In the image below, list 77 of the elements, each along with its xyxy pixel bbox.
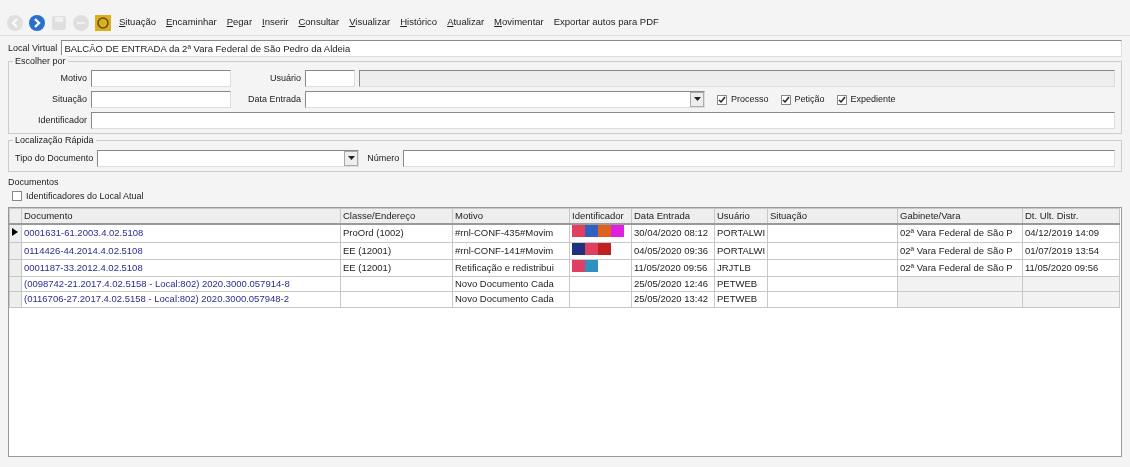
field-label: Identificador [36,113,87,127]
checkbox-label: Expediente [850,92,896,106]
field-label: Situação [50,92,87,106]
input-field[interactable]: BALCÃO DE ENTRADA da 2ª Vara Federal de São Pedro da Aldeia [61,40,1122,57]
input-field[interactable] [359,70,1115,87]
menu-item[interactable]: Visualizar [346,15,394,30]
column-header[interactable]: Classe/Endereço [340,208,453,225]
group-title: Localização Rápida [13,134,96,148]
checkbox[interactable] [12,191,22,202]
table-cell: 25/05/2020 13:42 [634,293,708,305]
checkbox[interactable] [836,94,847,105]
forward-icon[interactable] [28,13,46,32]
table-cell: PORTALWI [717,227,766,239]
table-cell: 02ª Vara Federal de São P [900,261,1013,273]
column-header[interactable]: Situação [767,208,898,225]
group-title: Documentos [8,176,60,189]
table-cell: ProOrd (1002) [343,227,404,239]
field-label: Motivo [59,71,87,85]
field-label: Tipo do Documento [15,151,94,165]
checkbox-label: Processo [731,92,769,106]
table-cell: Novo Documento Cada [455,278,554,289]
checkbox-label: Identificadores do Local Atual [26,189,144,203]
menu-item[interactable]: Situação [116,15,159,30]
field-label: Data Entrada [246,92,301,106]
table-cell: Novo Documento Cada [455,293,554,305]
table-cell: PETWEB [717,293,758,305]
table-cell: 25/05/2020 12:46 [634,278,708,289]
menu-item[interactable]: Histórico [397,15,441,30]
column-header[interactable]: Documento [21,208,341,225]
field-label: Usuário [269,71,301,85]
menu-item[interactable]: Inserir [259,15,292,30]
table-cell: 04/12/2019 14:09 [1025,227,1099,239]
table-cell: PETWEB [717,278,758,289]
column-header[interactable]: Usuário [714,208,768,225]
input-field[interactable] [91,112,1115,129]
table-cell: 0001631-61.2003.4.02.5108 [24,227,144,239]
menu-item[interactable]: Atualizar [444,15,488,30]
table-cell: 04/05/2020 09:36 [634,244,708,256]
checkbox-label: Petição [794,92,825,106]
column-header[interactable]: Identificador [569,208,632,225]
field-label: Local Virtual [8,41,58,55]
table-cell: JRJTLB [717,261,751,273]
menu-item[interactable]: Exportar autos para PDF [550,15,662,30]
input-field[interactable] [305,70,355,87]
table-cell: 0001187-33.2012.4.02.5108 [24,261,143,273]
row-pointer-icon [12,228,18,237]
table-cell: #rnl-CONF-141#Movim [455,244,554,256]
table-cell: 11/05/2020 09:56 [634,261,708,273]
table-cell: (0098742-21.2017.4.02.5158 - Local:802) 2020.3000.057914-8 [24,278,290,289]
group-title: Escolher por [13,55,68,69]
power-icon[interactable] [94,13,112,32]
table-cell: Retificação e redistribui [455,261,554,273]
menu-item[interactable]: Encaminhar [163,15,220,30]
menu-item[interactable]: Pegar [223,15,256,30]
checkbox[interactable] [780,94,791,105]
input-field[interactable] [91,91,231,108]
table-cell: 0114426-44.2014.4.02.5108 [24,244,143,256]
table-cell: EE (12001) [343,244,392,256]
table-cell: EE (12001) [343,261,392,273]
column-header[interactable]: Gabinete/Vara [897,208,1023,225]
table-cell: 01/07/2019 13:54 [1025,244,1099,256]
input-field[interactable] [403,150,1115,167]
table-cell: PORTALWI [717,244,766,256]
column-header[interactable]: Motivo [452,208,570,225]
input-field[interactable] [91,70,231,87]
table-cell: 11/05/2020 09:56 [1025,261,1099,273]
menu-item[interactable]: Movimentar [491,15,547,30]
menu-item[interactable]: Consultar [295,15,343,30]
table-cell: 02ª Vara Federal de São P [900,227,1013,239]
table-cell: 30/04/2020 08:12 [634,227,708,239]
table-cell: 02ª Vara Federal de São P [900,244,1013,256]
field-label: Número [367,151,400,165]
table-cell: #rnl-CONF-435#Movim [455,227,554,239]
column-header[interactable]: Data Entrada [631,208,715,225]
table-cell: (0116706-27.2017.4.02.5158 - Local:802) 2020.3000.057948-2 [24,293,289,305]
checkbox[interactable] [717,94,727,105]
column-header[interactable]: Dt. Ult. Distr. [1022,208,1120,225]
